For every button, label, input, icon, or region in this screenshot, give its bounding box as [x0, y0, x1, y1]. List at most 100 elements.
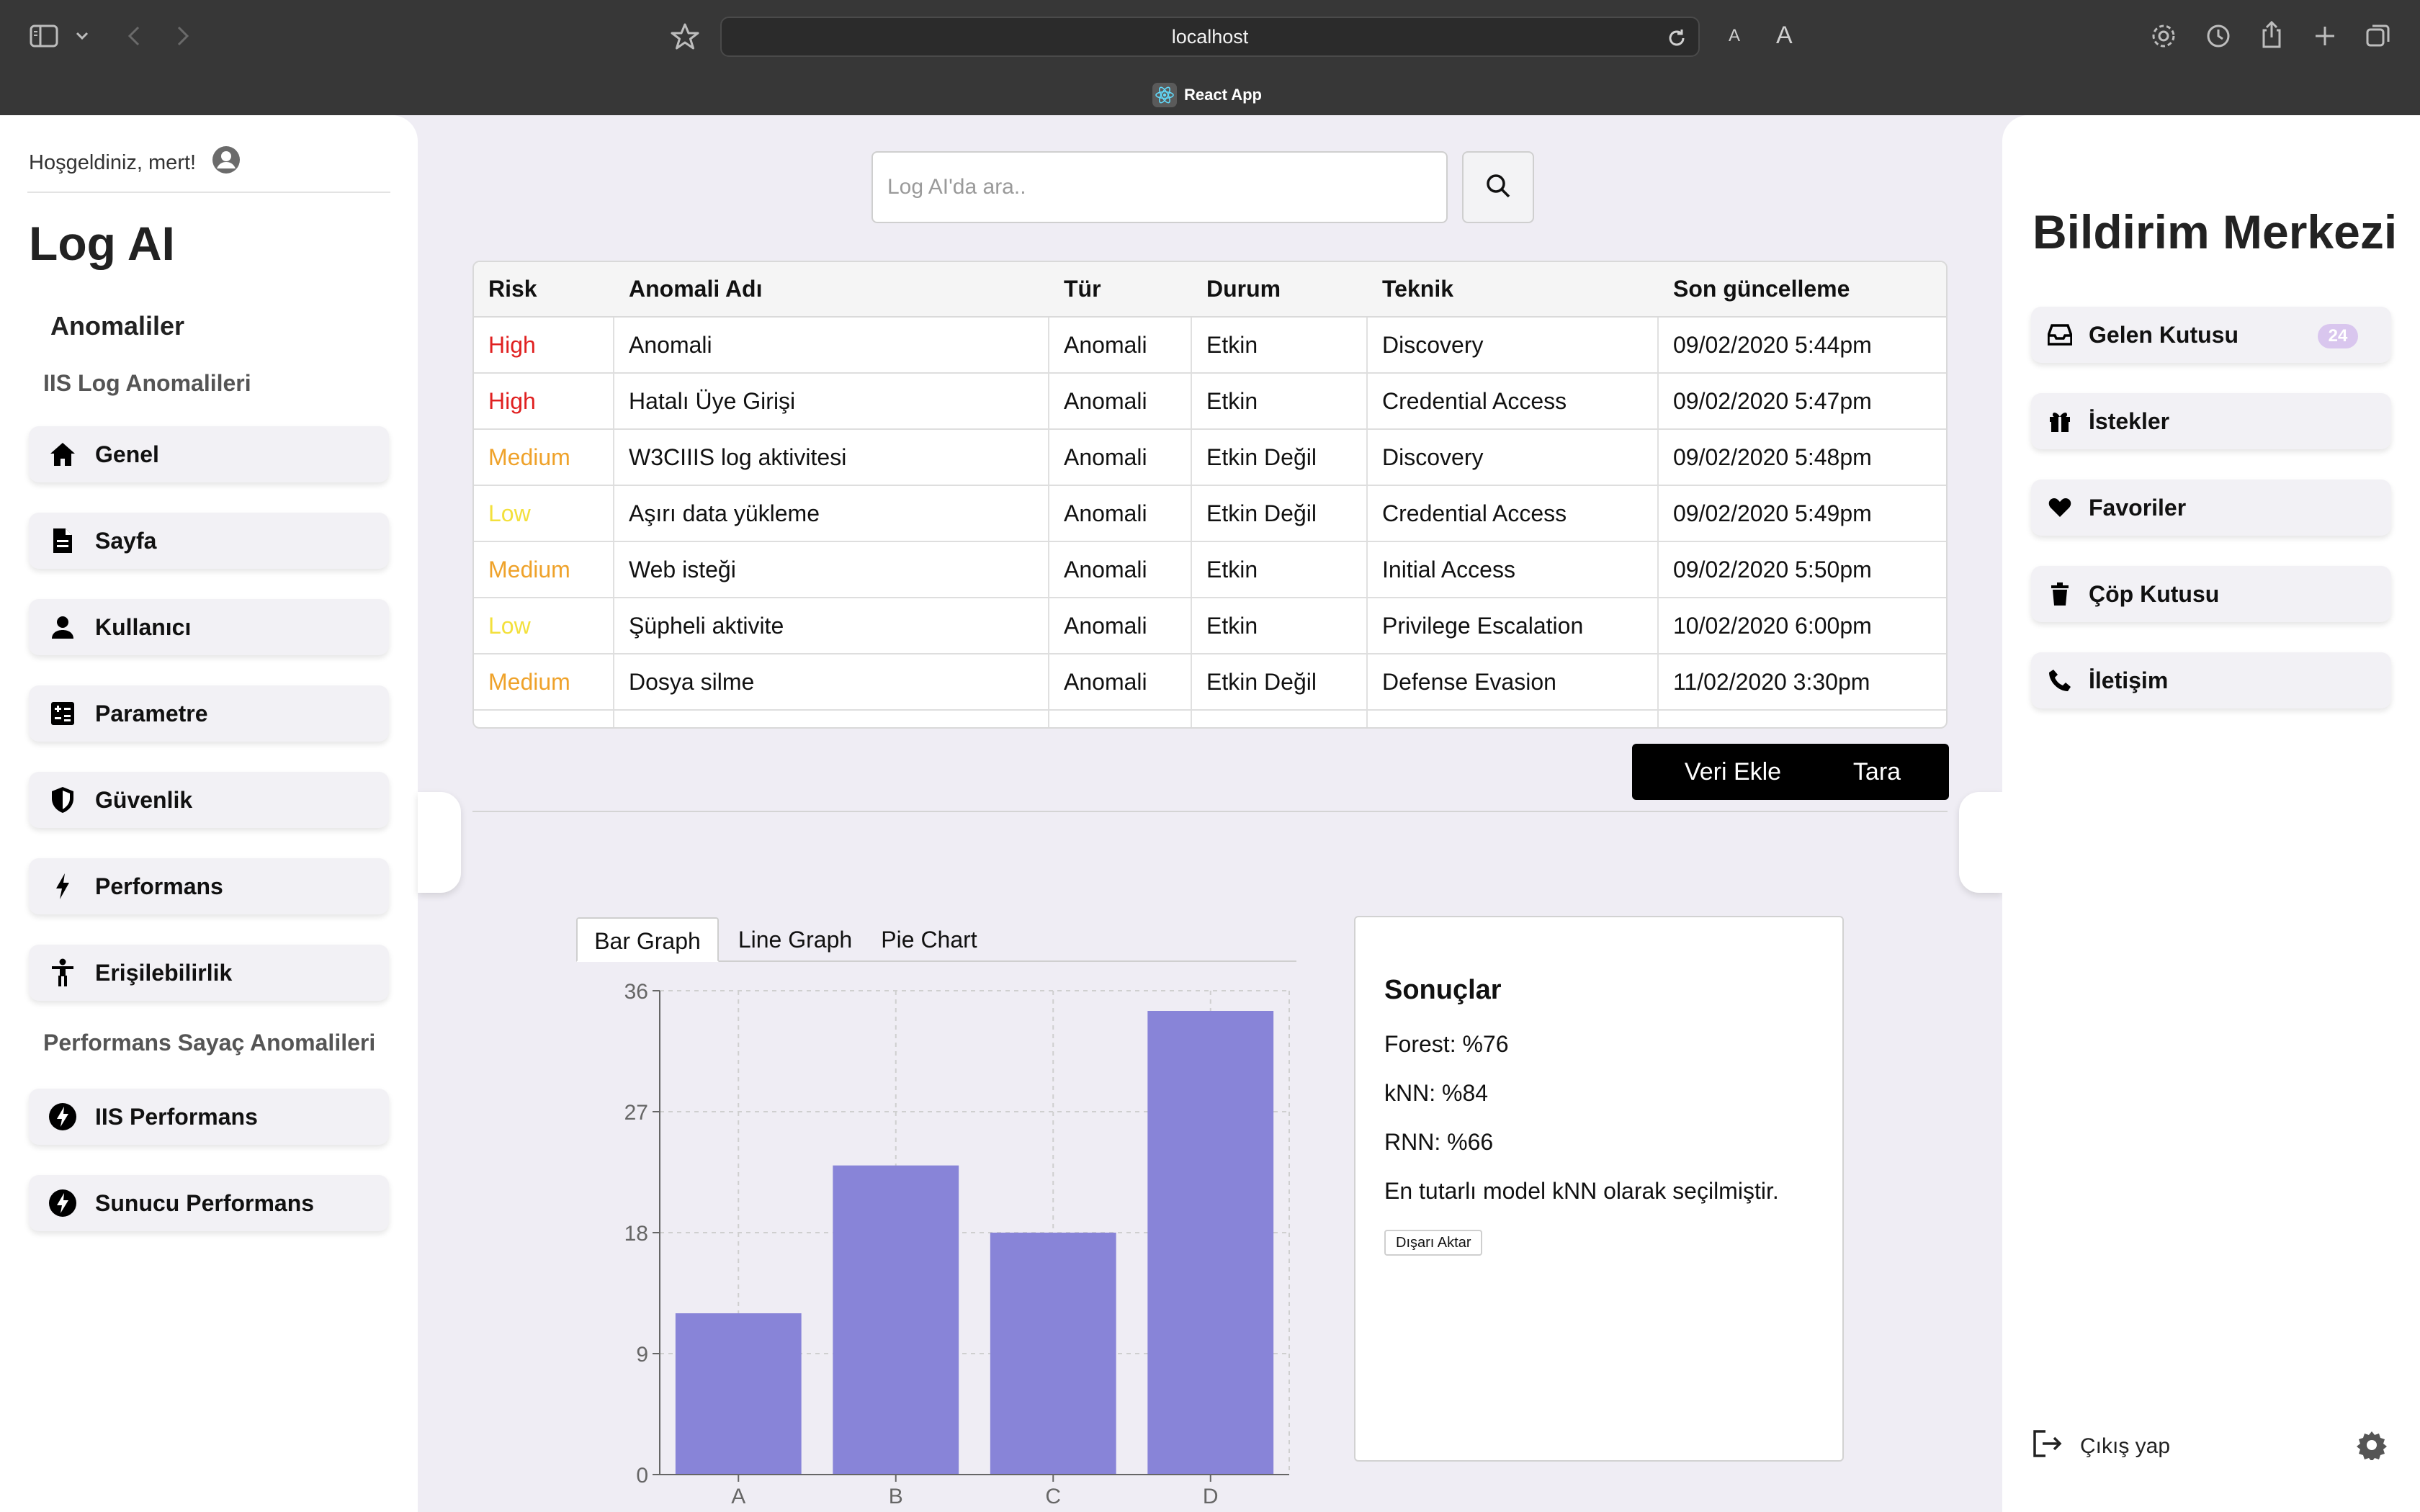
cell-updated: 10/02/2020 6:00pm [1658, 598, 1946, 654]
column-header-status[interactable]: Durum [1191, 262, 1368, 318]
right-collapse-handle[interactable] [1959, 792, 2002, 893]
sidebar-item-label: Sunucu Performans [95, 1189, 315, 1216]
chevron-down-icon[interactable] [72, 26, 92, 46]
address-bar[interactable]: localhost [720, 17, 1700, 57]
left-collapse-handle[interactable] [418, 792, 461, 893]
bar-chart: 0 9 18 27 36 A B C D [624, 980, 1290, 1508]
sidebar-item-performans[interactable]: Performans [29, 858, 389, 914]
table-row[interactable]: Low Şüpheli aktivite Anomali Etkin Privilege… [474, 598, 1946, 654]
cell-technique [1367, 710, 1659, 727]
table-row[interactable]: Medium Dosya silme Anomali Etkin Değil Defen… [474, 654, 1946, 711]
sidebar-item-kullanici[interactable]: Kullanıcı [29, 599, 389, 655]
settings-gear-icon[interactable] [2357, 1430, 2387, 1464]
table-row[interactable]: High Anomali Anomali Etkin Discovery 09/02/20… [474, 317, 1946, 374]
inbox-icon [2047, 322, 2073, 348]
group-title-performance: Performans Sayaç Anomalileri [43, 1030, 376, 1056]
tab-bar-graph[interactable]: Bar Graph [576, 917, 719, 962]
results-card: Sonuçlar Forest: %76 kNN: %84 RNN: %66 E… [1354, 916, 1844, 1462]
table-row[interactable]: Low Aşırı data yükleme Anomali Etkin Değil C… [474, 485, 1946, 542]
search-button[interactable] [1462, 151, 1534, 223]
cell-updated: 09/02/2020 5:48pm [1658, 429, 1946, 486]
tab-overview-icon[interactable] [2364, 22, 2393, 50]
sidebar-item-sunucu-performans[interactable]: Sunucu Performans [29, 1175, 389, 1231]
cell-status: Etkin Değil [1191, 429, 1368, 486]
bar-C[interactable] [990, 1233, 1116, 1475]
column-header-name[interactable]: Anomali Adı [614, 262, 1049, 318]
tab-pie-chart[interactable]: Pie Chart [871, 917, 987, 962]
logout-button[interactable]: Çıkış yap [2033, 1430, 2170, 1463]
phone-icon [2047, 667, 2073, 693]
notif-item-favorites[interactable]: Favoriler [2031, 480, 2391, 536]
result-forest: Forest: %76 [1384, 1031, 1509, 1057]
sidebar-item-genel[interactable]: Genel [29, 426, 389, 482]
cell-name: Dosya silme [614, 654, 1049, 711]
sidebar-item-guvenlik[interactable]: Güvenlik [29, 772, 389, 828]
sidebar-item-label: Parametre [95, 700, 208, 726]
notif-item-label: Çöp Kutusu [2089, 580, 2220, 607]
x-tick-label: D [1203, 1485, 1219, 1508]
scan-button[interactable]: Tara [1805, 744, 1949, 800]
browser-toolbar: localhost A A React App [0, 0, 2420, 115]
table-row[interactable]: Medium W3CIIIS log aktivitesi Anomali Etkin… [474, 429, 1946, 486]
sidebar-item-parametre[interactable]: Parametre [29, 685, 389, 742]
sidebar-item-sayfa[interactable]: Sayfa [29, 513, 389, 569]
cell-name: Şüpheli aktivite [614, 598, 1049, 654]
column-header-type[interactable]: Tür [1049, 262, 1192, 318]
notif-item-requests[interactable]: İstekler [2031, 393, 2391, 449]
bar-D[interactable] [1147, 1011, 1274, 1475]
inbox-count-badge: 24 [2318, 324, 2358, 348]
bar-A[interactable] [675, 1313, 802, 1475]
browser-tab[interactable]: React App [1152, 81, 1262, 109]
sidebar-toggle-icon[interactable] [27, 22, 60, 50]
cell-status: Etkin Değil [1191, 654, 1368, 711]
export-button[interactable]: Dışarı Aktar [1384, 1230, 1483, 1256]
notif-item-label: Gelen Kutusu [2089, 321, 2239, 348]
anomaly-table: Risk Anomali Adı Tür Durum Teknik Son gü… [472, 261, 1948, 729]
notif-item-trash[interactable]: Çöp Kutusu [2031, 566, 2391, 622]
column-header-risk[interactable]: Risk [474, 262, 614, 318]
tab-line-graph[interactable]: Line Graph [730, 917, 860, 962]
sidebar-item-label: IIS Performans [95, 1103, 258, 1130]
cell-updated: 11/02/2020 3:30pm [1658, 654, 1946, 711]
cell-risk: Medium [474, 541, 614, 598]
cell-technique: Discovery [1367, 317, 1659, 374]
cell-updated: 09/02/2020 5:49pm [1658, 485, 1946, 542]
user-avatar-icon[interactable] [212, 145, 241, 180]
y-tick-label: 18 [624, 1222, 648, 1246]
cell-name: W3CIIIS log aktivitesi [614, 429, 1049, 486]
font-smaller-button[interactable]: A [1729, 26, 1740, 46]
share-icon[interactable] [2257, 19, 2286, 50]
settings-gear-icon[interactable] [2149, 22, 2178, 50]
sidebar-item-erisilebilirlik[interactable]: Erişilebilirlik [29, 945, 389, 1001]
cell-risk [474, 710, 614, 727]
search-input[interactable] [871, 151, 1448, 223]
new-tab-plus-icon[interactable] [2311, 22, 2339, 50]
add-data-button[interactable]: Veri Ekle [1632, 744, 1834, 800]
x-tick-label: B [889, 1485, 903, 1508]
notif-item-contact[interactable]: İletişim [2031, 652, 2391, 708]
forward-arrow-icon[interactable] [170, 22, 196, 50]
bar-B[interactable] [833, 1165, 959, 1475]
table-row[interactable]: High Hatalı Üye Girişi Anomali Etkin Credent… [474, 373, 1946, 430]
sidebar-item-label: Sayfa [95, 527, 157, 554]
font-larger-button[interactable]: A [1776, 22, 1793, 50]
bookmark-star-icon[interactable] [668, 20, 702, 53]
table-row[interactable] [474, 710, 1946, 727]
column-header-updated[interactable]: Son güncelleme [1658, 262, 1946, 318]
cell-name: Hatalı Üye Girişi [614, 373, 1049, 430]
back-arrow-icon[interactable] [121, 22, 147, 50]
welcome-row: Hoşgeldiniz, mert! [29, 145, 241, 180]
cell-technique: Discovery [1367, 429, 1659, 486]
result-knn: kNN: %84 [1384, 1080, 1489, 1106]
reload-icon[interactable] [1665, 27, 1688, 50]
cell-risk: Medium [474, 429, 614, 486]
notif-item-inbox[interactable]: Gelen Kutusu 24 [2031, 307, 2391, 363]
table-row[interactable]: Medium Web isteği Anomali Etkin Initial Acce… [474, 541, 1946, 598]
welcome-text: Hoşgeldiniz, mert! [29, 150, 197, 174]
cell-updated: 09/02/2020 5:47pm [1658, 373, 1946, 430]
cell-risk: Medium [474, 654, 614, 711]
history-clock-icon[interactable] [2204, 22, 2233, 50]
column-header-technique[interactable]: Teknik [1367, 262, 1659, 318]
sidebar-item-iis-performans[interactable]: IIS Performans [29, 1089, 389, 1145]
cell-technique: Initial Access [1367, 541, 1659, 598]
